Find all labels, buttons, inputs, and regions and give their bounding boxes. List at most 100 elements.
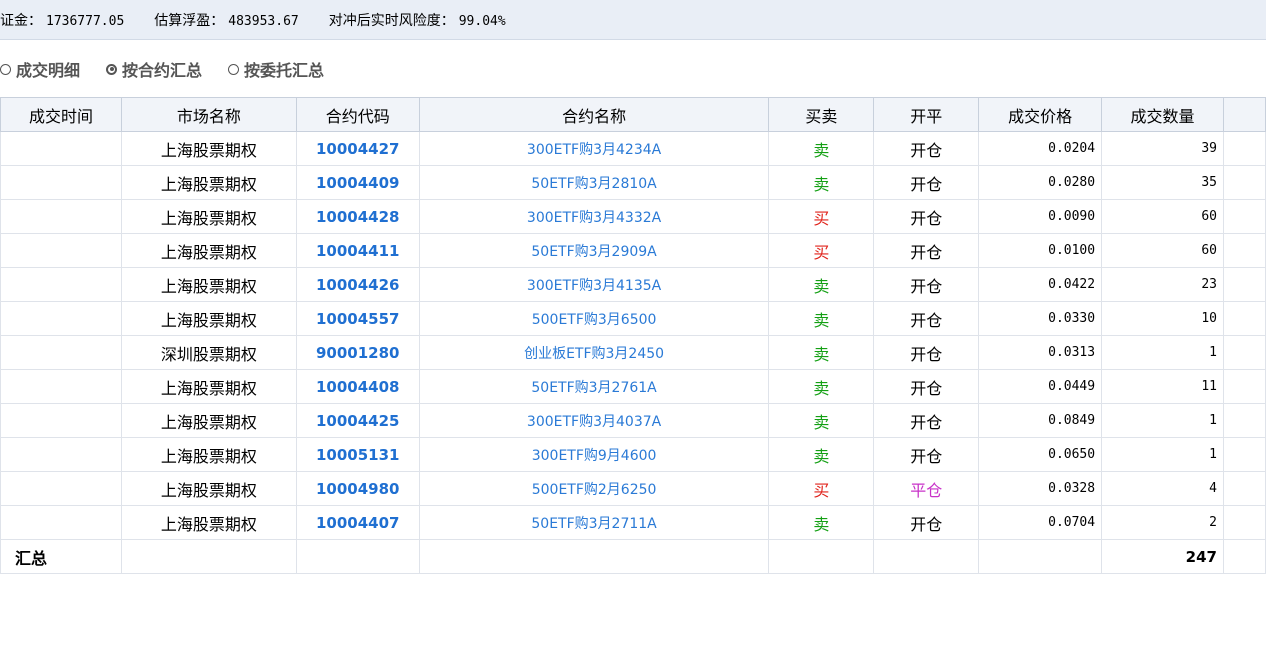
cell-price: 0.0100 [978,233,1103,268]
cell-code: 10004408 [295,369,420,404]
cell-name: 500ETF购3月6500 [418,301,770,336]
cell-qty: 1 [1101,335,1224,370]
table-row[interactable]: 上海股票期权 10004408 50ETF购3月2761A 卖开仓 0.0449 11 [0,369,1266,404]
cell-filler [1222,471,1266,506]
cell-code: 90001280 [295,335,420,370]
cell-qty: 10 [1101,301,1224,336]
table-row[interactable]: 上海股票期权 10004409 50ETF购3月2810A 卖开仓 0.0280 35 [0,165,1266,200]
cell-time [0,199,122,234]
total-empty-cell [873,539,980,574]
cell-name: 300ETF购3月4135A [418,267,770,302]
table-row[interactable]: 深圳股票期权 90001280 创业板ETF购3月2450 卖开仓 0.0313 1 [0,335,1266,370]
total-empty-cell [295,539,420,574]
cell-qty: 4 [1101,471,1224,506]
col-header-price[interactable]: 成交价格 [978,97,1103,132]
total-empty-cell [768,539,875,574]
cell-filler [1222,505,1266,540]
cell-name: 300ETF购3月4037A [418,403,770,438]
cell-market: 上海股票期权 [120,369,297,404]
cell-time [0,437,122,472]
total-row: 汇总 247 [0,539,1266,574]
cell-side: 卖 [768,437,875,472]
cell-name: 50ETF购3月2761A [418,369,770,404]
cell-qty: 11 [1101,369,1224,404]
col-header-side[interactable]: 买卖 [768,97,875,132]
cell-name: 300ETF购3月4234A [418,131,770,166]
table-row[interactable]: 上海股票期权 10004426 300ETF购3月4135A 卖开仓 0.0422 23 [0,267,1266,302]
col-header-market[interactable]: 市场名称 [120,97,297,132]
account-summary-bar: 保证金：1736777.05 估算浮盈：483953.67 对冲后实时风险度：9… [0,0,1266,40]
table-row[interactable]: 上海股票期权 10004428 300ETF购3月4332A 买开仓 0.0090 60 [0,199,1266,234]
cell-market: 上海股票期权 [120,165,297,200]
cell-qty: 1 [1101,437,1224,472]
cell-price: 0.0204 [978,131,1103,166]
col-header-qty[interactable]: 成交数量 [1101,97,1224,132]
cell-name: 50ETF购3月2711A [418,505,770,540]
cell-time [0,471,122,506]
radio-by-contract[interactable]: 按合约汇总 [106,57,202,81]
table-row[interactable]: 上海股票期权 10004425 300ETF购3月4037A 卖开仓 0.0849 1 [0,403,1266,438]
cell-filler [1222,267,1266,302]
cell-side: 买 [768,233,875,268]
cell-open-close: 开仓 [873,301,980,336]
cell-code: 10004557 [295,301,420,336]
cell-name: 创业板ETF购3月2450 [418,335,770,370]
cell-market: 上海股票期权 [120,131,297,166]
radio-unchecked-icon [0,63,11,75]
cell-price: 0.0313 [978,335,1103,370]
cell-code: 10004425 [295,403,420,438]
total-empty-cell [418,539,770,574]
cell-filler [1222,437,1266,472]
table-row[interactable]: 上海股票期权 10004407 50ETF购3月2711A 卖开仓 0.0704 2 [0,505,1266,540]
cell-code: 10004428 [295,199,420,234]
trade-table: 成交时间 市场名称 合约代码 合约名称 买卖 开平 成交价格 成交数量 上海股票… [0,97,1266,574]
cell-price: 0.0704 [978,505,1103,540]
cell-market: 上海股票期权 [120,403,297,438]
cell-filler [1222,131,1266,166]
cell-qty: 60 [1101,233,1224,268]
cell-side: 卖 [768,505,875,540]
cell-name: 50ETF购3月2810A [418,165,770,200]
cell-name: 500ETF购2月6250 [418,471,770,506]
col-header-time[interactable]: 成交时间 [0,97,122,132]
table-row[interactable]: 上海股票期权 10004427 300ETF购3月4234A 卖开仓 0.0204 39 [0,131,1266,166]
radio-checked-icon [106,63,118,75]
cell-code: 10004409 [295,165,420,200]
table-row[interactable]: 上海股票期权 10004557 500ETF购3月6500 卖开仓 0.0330 10 [0,301,1266,336]
table-row[interactable]: 上海股票期权 10004411 50ETF购3月2909A 买开仓 0.0100 60 [0,233,1266,268]
cell-code: 10004411 [295,233,420,268]
radio-by-order[interactable]: 按委托汇总 [228,57,324,81]
radio-label: 按委托汇总 [244,61,325,80]
col-header-code[interactable]: 合约代码 [295,97,420,132]
cell-name: 300ETF购3月4332A [418,199,770,234]
pnl-label: 估算浮盈： [154,12,225,29]
cell-market: 上海股票期权 [120,471,297,506]
cell-open-close: 平仓 [873,471,980,506]
risk-label: 对冲后实时风险度： [328,12,455,29]
risk-stat: 对冲后实时风险度： 99.04% [329,10,506,30]
cell-side: 卖 [768,301,875,336]
cell-side: 卖 [768,335,875,370]
total-empty-cell [120,539,297,574]
radio-trade-detail[interactable]: 成交明细 [0,57,80,81]
cell-price: 0.0422 [978,267,1103,302]
cell-open-close: 开仓 [873,335,980,370]
pnl-stat: 估算浮盈： 483953.67 [154,10,298,30]
cell-qty: 1 [1101,403,1224,438]
table-row[interactable]: 上海股票期权 10005131 300ETF购9月4600 卖开仓 0.0650 1 [0,437,1266,472]
table-row[interactable]: 上海股票期权 10004980 500ETF购2月6250 买平仓 0.0328 4 [0,471,1266,506]
cell-price: 0.0280 [978,165,1103,200]
cell-qty: 23 [1101,267,1224,302]
cell-name: 50ETF购3月2909A [418,233,770,268]
margin-stat: 保证金：1736777.05 [0,10,124,30]
cell-price: 0.0328 [978,471,1103,506]
cell-time [0,505,122,540]
cell-time [0,369,122,404]
cell-time [0,131,122,166]
cell-code: 10004426 [295,267,420,302]
cell-open-close: 开仓 [873,199,980,234]
col-header-name[interactable]: 合约名称 [418,97,770,132]
cell-name: 300ETF购9月4600 [418,437,770,472]
col-header-open-close[interactable]: 开平 [873,97,980,132]
cell-side: 买 [768,199,875,234]
